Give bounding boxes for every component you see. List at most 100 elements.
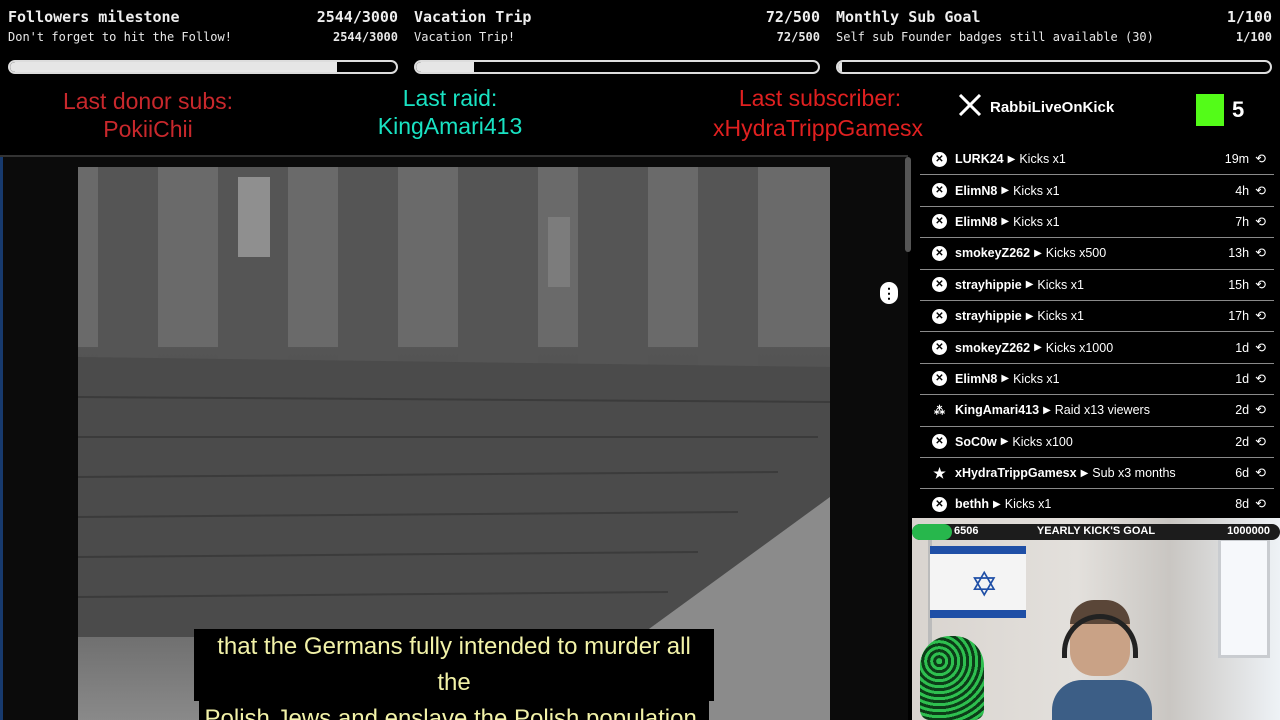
event-user: ElimN8 <box>955 371 998 386</box>
list-item: ✕ SoC0w ▶ Kicks x100 2d ⟲ <box>920 427 1274 458</box>
list-item: ✕ ElimN8 ▶ Kicks x1 1d ⟲ <box>920 364 1274 396</box>
arrow-icon: ▶ <box>1034 342 1042 354</box>
event-action: Kicks x100 <box>1012 434 1073 449</box>
event-user: ElimN8 <box>955 214 998 229</box>
replay-icon[interactable]: ⟲ <box>1255 277 1266 293</box>
replay-icon[interactable]: ⟲ <box>1255 402 1266 418</box>
last-raid-label: Last raid: <box>402 85 498 111</box>
replay-icon[interactable]: ⟲ <box>1255 245 1266 261</box>
x-handle: RabbiLiveOnKick <box>958 93 1115 120</box>
list-item: ✕ bethh ▶ Kicks x1 8d ⟲ <box>920 489 1274 518</box>
replay-icon[interactable]: ⟲ <box>1255 340 1266 356</box>
israel-flag-icon: ✡ <box>930 546 1026 618</box>
list-item: ✕ ElimN8 ▶ Kicks x1 7h ⟲ <box>920 207 1274 239</box>
event-action: Kicks x1 <box>1037 277 1084 292</box>
event-action: Kicks x1 <box>1013 214 1060 229</box>
list-item: ✕ strayhippie ▶ Kicks x1 17h ⟲ <box>920 301 1274 333</box>
event-user: SoC0w <box>955 434 997 449</box>
alerts-banner: Last donor subs: PokiiChii Last raid: Ki… <box>0 82 1280 142</box>
event-user: smokeyZ262 <box>955 246 1031 261</box>
arrow-icon: ▶ <box>1001 216 1010 228</box>
replay-icon[interactable]: ⟲ <box>1255 183 1266 199</box>
goal-title: Followers milestone <box>8 8 180 26</box>
replay-icon[interactable]: ⟲ <box>1255 151 1266 167</box>
event-time: 2d <box>1235 434 1250 449</box>
event-time: 8d <box>1235 497 1250 512</box>
event-action: Kicks x1 <box>1019 152 1066 167</box>
arrow-icon: ▶ <box>1000 436 1009 448</box>
goal-subtitle: Don't forget to hit the Follow! <box>8 30 232 44</box>
event-time: 6d <box>1235 466 1250 481</box>
more-options-icon[interactable]: ⋮ <box>880 282 898 304</box>
goal-progress-bar <box>8 60 398 74</box>
goal-subcount: 72/500 <box>776 30 820 44</box>
replay-icon[interactable]: ⟲ <box>1255 434 1266 450</box>
event-action: Kicks x1000 <box>1045 340 1114 355</box>
webcam-feed: ✡ 6506 YEARLY KICK'S GOAL 1000000 <box>912 518 1280 720</box>
caption-line: that the Germans fully intended to murde… <box>194 629 714 701</box>
goal-subtitle: Vacation Trip! <box>414 30 516 44</box>
arrow-icon: ▶ <box>1034 247 1042 259</box>
arrow-icon: ▶ <box>1001 373 1010 385</box>
kick-icon: ✕ <box>932 151 947 167</box>
event-time: 17h <box>1228 309 1250 324</box>
event-user: strayhippie <box>955 309 1022 324</box>
last-donor-label: Last donor subs: <box>62 88 234 114</box>
event-time: 7h <box>1235 214 1250 229</box>
divider <box>0 157 3 720</box>
subtitle-caption: that the Germans fully intended to murde… <box>194 629 714 720</box>
goal-progress-bar <box>836 60 1272 74</box>
goal-subcount: 2544/3000 <box>332 30 398 44</box>
list-item: ✕ smokeyZ262 ▶ Kicks x500 13h ⟲ <box>920 238 1274 270</box>
replay-icon[interactable]: ⟲ <box>1255 465 1266 481</box>
video-player[interactable]: that the Germans fully intended to murde… <box>0 155 911 720</box>
event-user: strayhippie <box>955 277 1022 292</box>
arrow-icon: ▶ <box>1080 467 1089 479</box>
list-item: ★ xHydraTrippGamesx ▶ Sub x3 months 6d ⟲ <box>920 458 1274 490</box>
yearly-goal-bar: 6506 YEARLY KICK'S GOAL 1000000 <box>912 524 1280 540</box>
arrow-icon: ▶ <box>1001 185 1010 197</box>
window-background <box>1218 538 1270 658</box>
event-action: Kicks x1 <box>1013 371 1060 386</box>
goal-title: Monthly Sub Goal <box>836 8 981 26</box>
list-item: ✕ strayhippie ▶ Kicks x1 15h ⟲ <box>920 270 1274 301</box>
event-user: ElimN8 <box>955 183 998 198</box>
plant-decoration <box>920 636 984 720</box>
event-time: 4h <box>1235 183 1250 198</box>
goal-count: 1/100 <box>1226 8 1272 26</box>
kick-counter: 5 <box>1196 94 1244 126</box>
replay-icon[interactable]: ⟲ <box>1255 371 1266 387</box>
kick-icon: ✕ <box>932 371 947 387</box>
yearly-goal-fill <box>912 524 952 540</box>
goal-bars: Followers milestone 2544/3000 Don't forg… <box>0 0 1280 82</box>
kick-icon: ✕ <box>932 308 947 324</box>
goal-count: 2544/3000 <box>316 8 398 26</box>
recent-events-list: ✕ LURK24 ▶ Kicks x1 19m ⟲ ✕ ElimN8 ▶ Kicks x1 4h ⟲… <box>920 144 1274 518</box>
yearly-goal-current: 6506 <box>954 525 979 537</box>
replay-icon[interactable]: ⟲ <box>1255 496 1266 512</box>
goal-subtitle: Self sub Founder badges still available … <box>836 30 1154 44</box>
kick-icon: ✕ <box>932 214 947 230</box>
replay-icon[interactable]: ⟲ <box>1255 308 1266 324</box>
yearly-goal-max: 1000000 <box>1227 525 1270 537</box>
video-frame[interactable]: that the Germans fully intended to murde… <box>78 167 830 720</box>
star-icon: ★ <box>933 464 946 481</box>
kick-logo-icon <box>1196 94 1224 126</box>
list-item: ✕ LURK24 ▶ Kicks x1 19m ⟲ <box>920 144 1274 176</box>
scrollbar[interactable] <box>905 157 911 252</box>
kick-icon: ✕ <box>932 496 947 512</box>
streamer-shirt <box>1052 680 1152 720</box>
event-action: Kicks x1 <box>1013 183 1060 198</box>
event-user: xHydraTrippGamesx <box>955 466 1077 481</box>
last-subscriber-name: xHydraTrippGamesx <box>712 115 924 141</box>
event-time: 1d <box>1235 340 1250 355</box>
arrow-icon: ▶ <box>1025 279 1034 291</box>
event-user: KingAmari413 <box>955 403 1040 418</box>
arrow-icon: ▶ <box>993 498 1001 510</box>
replay-icon[interactable]: ⟲ <box>1255 214 1266 230</box>
kick-icon: ✕ <box>932 434 947 450</box>
yearly-goal-title: YEARLY KICK'S GOAL <box>1036 525 1156 537</box>
list-item: ✕ smokeyZ262 ▶ Kicks x1000 1d ⟲ <box>920 332 1274 364</box>
kick-icon: ✕ <box>932 340 947 356</box>
x-handle-text: RabbiLiveOnKick <box>990 98 1115 116</box>
